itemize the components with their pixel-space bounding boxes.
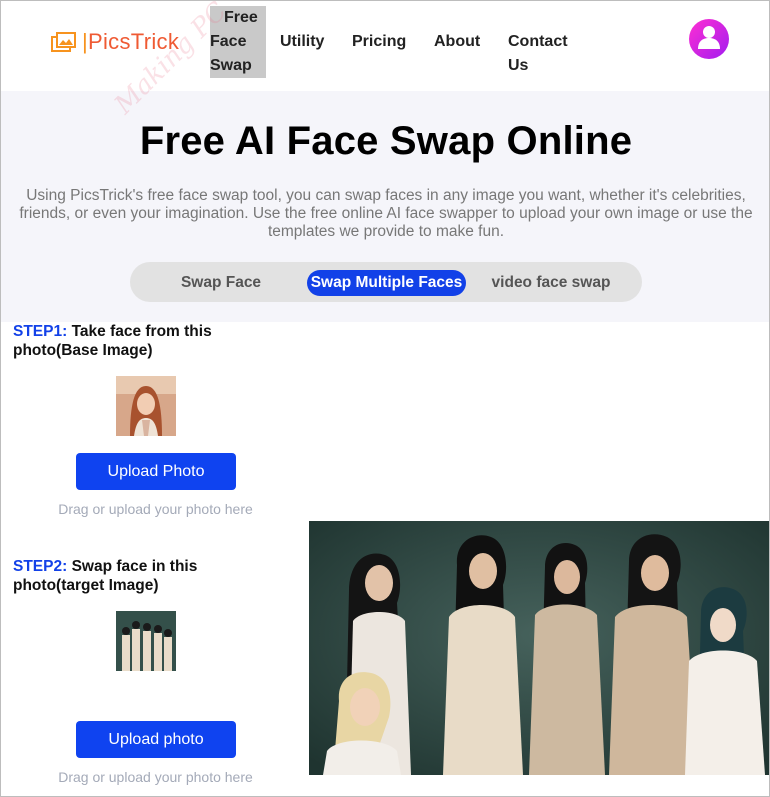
nav-about[interactable]: About [434, 30, 480, 54]
hero-description: Using PicsTrick's free face swap tool, y… [19, 187, 753, 240]
base-image-thumbnail[interactable] [116, 376, 176, 436]
swap-mode-tabs: Swap Face Swap Multiple Faces video face… [130, 262, 642, 302]
upload-base-photo-button[interactable]: Upload Photo [76, 453, 236, 490]
user-avatar-icon [697, 24, 721, 55]
nav-contact-line2: Us [508, 57, 529, 74]
tab-swap-multiple-faces[interactable]: Swap Multiple Faces [307, 270, 466, 296]
logo-text: |PicsTrick [82, 29, 179, 55]
page-frame: |PicsTrick Free Face Swap Utility Pricin… [0, 0, 770, 797]
hero-section: Free AI Face Swap Online Using PicsTrick… [1, 91, 769, 322]
nav-utility[interactable]: Utility [280, 30, 324, 54]
site-header: |PicsTrick Free Face Swap Utility Pricin… [1, 1, 769, 91]
site-logo[interactable]: |PicsTrick [51, 29, 179, 55]
upload-target-photo-button[interactable]: Upload photo [76, 721, 236, 758]
user-avatar-button[interactable] [689, 19, 729, 59]
nav-pricing[interactable]: Pricing [352, 30, 406, 54]
logo-name: PicsTrick [88, 29, 180, 54]
nav-free-face-swap-line2: Face [210, 33, 247, 50]
step2-drop-hint: Drag or upload your photo here [58, 769, 253, 785]
nav-free-face-swap-line3: Swap [210, 57, 252, 74]
page-title: Free AI Face Swap Online [139, 119, 633, 163]
logo-image-icon [51, 31, 77, 53]
step1-title: STEP1: Take face from this photo(Base Im… [13, 322, 263, 360]
step2-label: STEP2: [13, 558, 68, 575]
nav-contact-line1: Contact [508, 33, 568, 50]
nav-free-face-swap-line1: Free [224, 9, 258, 26]
tab-video-face-swap[interactable]: video face swap [482, 270, 620, 296]
step2-title: STEP2: Swap face in this photo(target Im… [13, 557, 263, 595]
target-image-preview [309, 521, 769, 775]
nav-contact[interactable]: Contact Us [508, 30, 568, 78]
target-image-thumbnail[interactable] [116, 611, 176, 671]
nav-free-face-swap[interactable]: Free Face Swap [210, 6, 266, 78]
step1-label: STEP1: [13, 323, 68, 340]
tab-swap-face[interactable]: Swap Face [166, 270, 276, 296]
step1-drop-hint: Drag or upload your photo here [58, 501, 253, 517]
